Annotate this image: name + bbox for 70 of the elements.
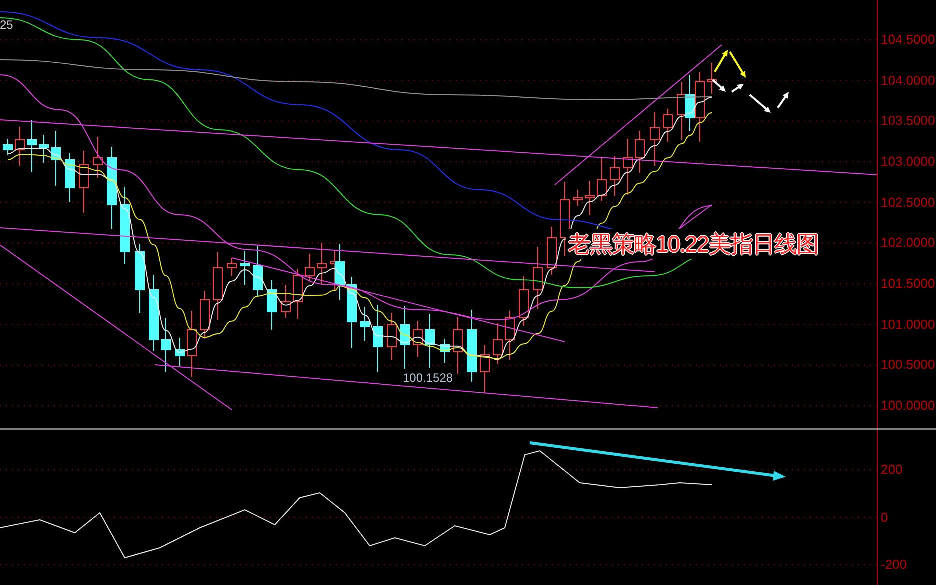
price-label: 25 (0, 17, 14, 33)
candlestick (135, 244, 145, 314)
candlestick (533, 246, 543, 310)
candlestick (79, 150, 89, 214)
candlestick (610, 156, 620, 196)
candlestick (453, 316, 463, 374)
price-axis-label: 101.5000 (881, 274, 936, 293)
candlestick (65, 152, 75, 202)
candlestick (695, 72, 705, 142)
candlestick (505, 310, 515, 360)
candlestick (347, 276, 357, 348)
candlestick (93, 136, 103, 178)
arrow (714, 50, 728, 72)
arrow (731, 84, 744, 93)
candlestick (650, 112, 660, 166)
arrow (777, 92, 789, 109)
price-axis-label: 100.0000 (881, 397, 936, 415)
indicator-axis-label: -200 (881, 556, 908, 574)
candlestick (227, 258, 237, 276)
candlestick (161, 318, 171, 372)
price-axis-label: 103.5000 (881, 112, 936, 130)
arrow (712, 79, 726, 92)
candlestick (480, 344, 490, 394)
candlestick (27, 120, 37, 172)
price-axis-label: 102.5000 (881, 194, 936, 212)
candlestick (425, 314, 435, 368)
candlestick (305, 254, 315, 282)
candlestick (707, 62, 717, 94)
candlestick (240, 250, 250, 286)
candlestick (293, 268, 303, 320)
indicator-axis-label: 200 (881, 461, 903, 479)
candlestick (335, 244, 345, 300)
candlestick (635, 130, 645, 174)
candlestick (200, 290, 210, 340)
candlestick (547, 226, 557, 276)
candlestick (15, 126, 25, 166)
candlestick (317, 242, 327, 284)
candlestick (519, 276, 529, 326)
candlestick (253, 246, 263, 298)
candlestick (213, 252, 223, 320)
candlestick (597, 158, 607, 202)
candlestick (51, 130, 61, 186)
candlestick (685, 74, 695, 132)
candlestick (360, 306, 370, 342)
candlestick (187, 310, 197, 378)
price-axis-label: 104.0000 (881, 72, 936, 90)
candlestick (373, 304, 383, 372)
candlestick (387, 312, 397, 360)
candlestick (413, 320, 423, 358)
candlestick (3, 138, 13, 156)
candlestick (493, 322, 503, 364)
price-axis-label: 103.0000 (881, 152, 936, 171)
candlestick (585, 180, 595, 216)
candlestick (623, 138, 633, 196)
arrow (729, 51, 746, 78)
candlestick (663, 108, 673, 142)
arrow (749, 94, 771, 113)
indicator-axis-label: 0 (881, 508, 888, 526)
price-axis-label: 102.0000 (881, 234, 936, 252)
candlestick (39, 134, 49, 164)
price-axis-label: 101.0000 (881, 316, 936, 334)
price-axis-label: 100.5000 (881, 356, 936, 374)
candlestick (281, 284, 291, 318)
candlestick (400, 306, 410, 370)
candlestick (573, 190, 583, 206)
price-axis-label: 104.5000 (881, 30, 936, 49)
candlestick (267, 280, 277, 330)
price-label: 100.1528 (403, 370, 454, 386)
candlestick (175, 338, 185, 366)
candlestick (440, 338, 450, 364)
